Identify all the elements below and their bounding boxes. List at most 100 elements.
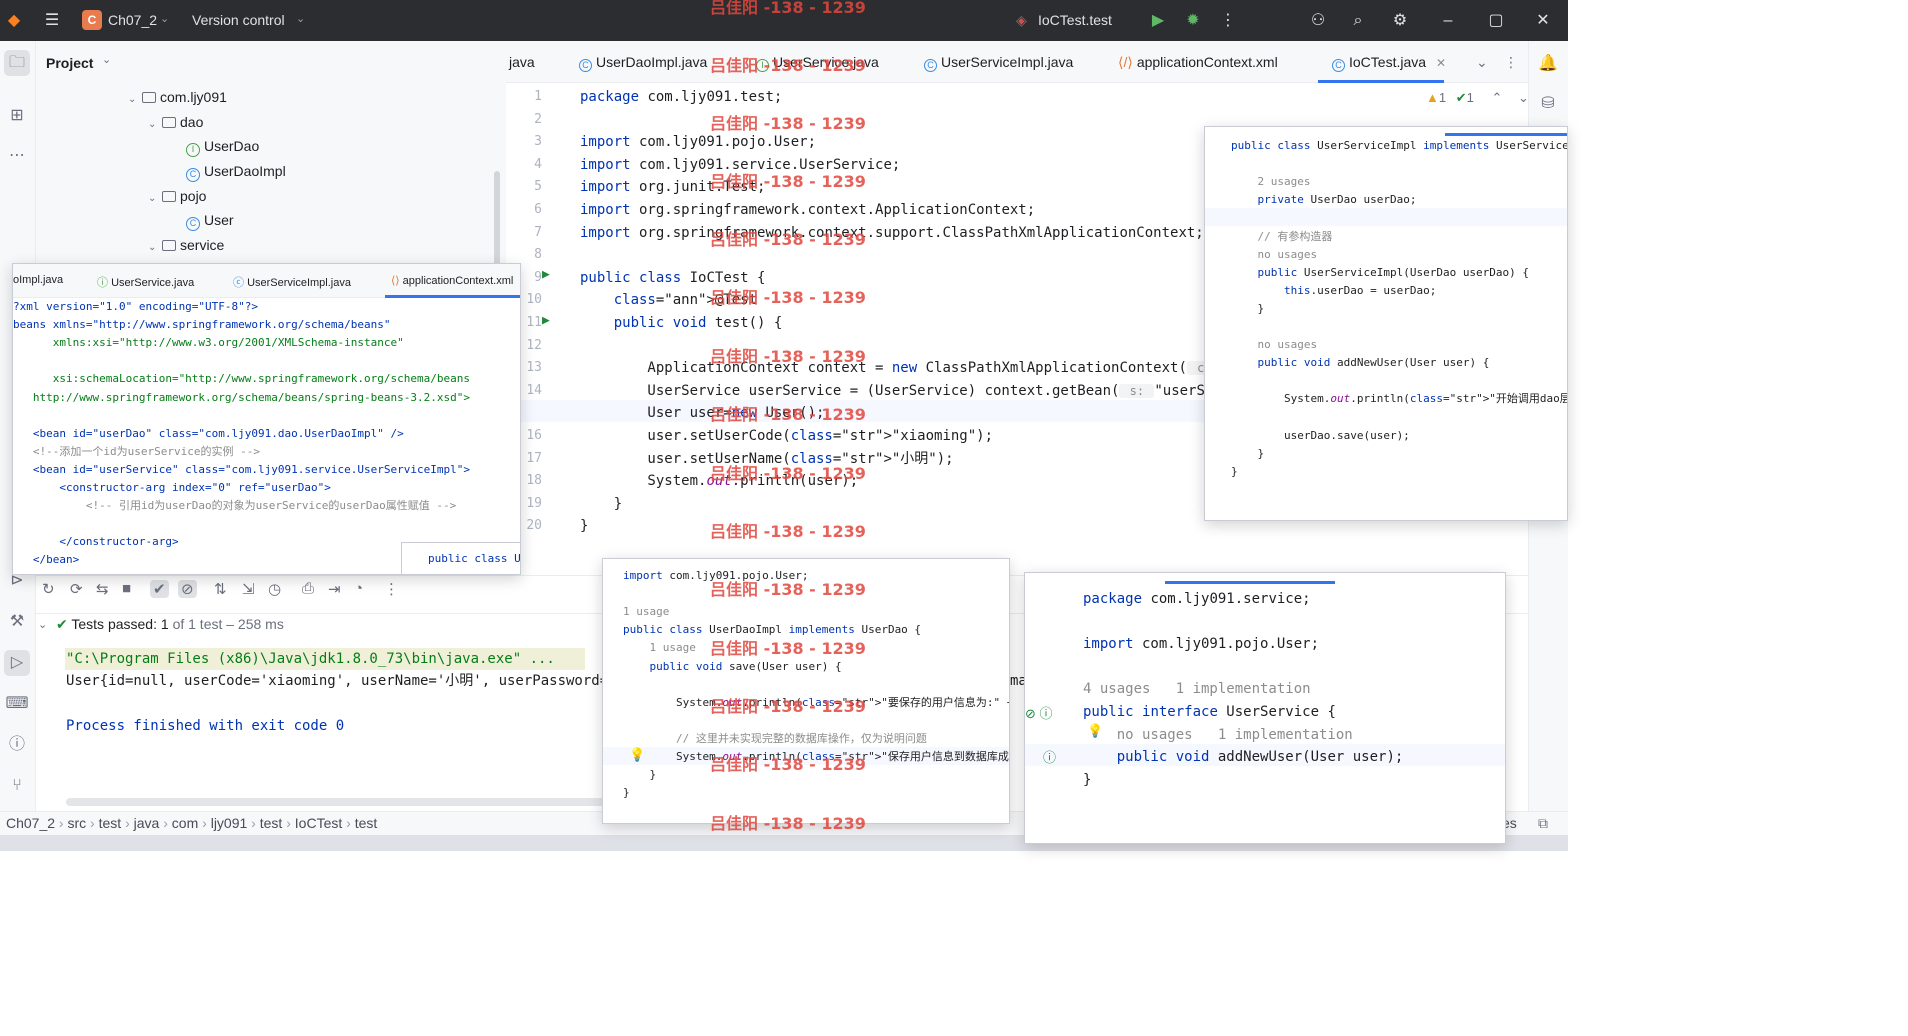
intellij-logo-icon[interactable]: ◆ (4, 11, 24, 31)
search-icon[interactable]: ⌕ (1348, 11, 1368, 31)
tab-userdaoimpl[interactable]: C UserDaoImpl.java (579, 54, 707, 72)
userserviceimpl-preview-popup[interactable]: public class UserServiceImpl implements … (1204, 126, 1568, 521)
tree-item-userdao[interactable]: I UserDao (186, 135, 259, 157)
toggle-autotest-icon[interactable]: ⇆ (96, 580, 109, 598)
watermark-text: 吕佳阳 -138 - 1239 (710, 172, 866, 191)
tab-java[interactable]: java (509, 54, 535, 70)
code-line: } (1231, 446, 1265, 460)
chevron-down-icon[interactable]: ⌄ (38, 618, 47, 631)
tree-item-dao[interactable]: ⌄ dao (148, 111, 203, 133)
project-switcher[interactable]: Ch07_2 (108, 12, 157, 28)
vcs-menu[interactable]: Version control (192, 12, 285, 28)
userservice-preview-popup[interactable]: package com.ljy091.service; import com.lj… (1024, 572, 1506, 844)
more-actions-icon[interactable]: ⋮ (1218, 11, 1238, 31)
show-ignored-icon[interactable]: ⊘ (178, 580, 197, 598)
scrollbar-thumb[interactable] (494, 171, 500, 271)
debug-icon[interactable]: ✹ (1183, 11, 1203, 31)
breadcrumb-item[interactable]: test (260, 815, 283, 831)
lightbulb-icon[interactable]: 💡 (629, 747, 645, 763)
export-icon[interactable]: ⇥ (328, 580, 341, 598)
package-icon (142, 92, 156, 103)
breadcrumb-item[interactable]: ljy091 (211, 815, 248, 831)
structure-icon[interactable]: ⊞ (4, 103, 30, 129)
run-tool-icon[interactable]: ▷ (4, 650, 30, 676)
database-icon[interactable]: ⛁ (1535, 91, 1561, 117)
tree-item-userdaoimpl[interactable]: C UserDaoImpl (186, 160, 286, 182)
popup-tab-applicationcontext[interactable]: ⟨⟩ applicationContext.xml (391, 274, 513, 287)
code-line: import com.ljy091.pojo.User; (580, 134, 817, 151)
mini-popup[interactable]: public class U (401, 542, 520, 574)
code-with-me-icon[interactable]: ⚇ (1308, 11, 1328, 31)
rerun-icon[interactable]: ↻ (42, 580, 55, 598)
chevron-down-icon: ⌄ (296, 13, 306, 25)
tree-item-com-ljy091[interactable]: ⌄ com.ljy091 (128, 86, 227, 108)
tab-list-chevron-icon[interactable]: ⌄ (1476, 54, 1488, 71)
inspection-widget[interactable]: ▲1 ✔1 ⌃ ⌄ (1426, 90, 1529, 106)
code-line: ApplicationContext context = new ClassPa… (580, 357, 1230, 379)
maximize-icon[interactable]: ▢ (1486, 11, 1506, 31)
tab-userserviceimpl[interactable]: C UserServiceImpl.java (924, 54, 1073, 72)
git-icon[interactable]: ⑂ (4, 773, 30, 799)
coverage-icon[interactable]: ◔ (354, 580, 363, 597)
more-tools-icon[interactable]: ⋯ (4, 143, 30, 169)
run-gutter-icon[interactable]: ▶ (542, 267, 550, 282)
check-icon: ✔ (1455, 90, 1467, 105)
popup-tab-impl[interactable]: oImpl.java (13, 274, 63, 286)
rerun-failed-icon[interactable]: ⟳ (70, 580, 83, 598)
problems-icon[interactable]: ⓘ (4, 732, 30, 758)
chevron-up-icon[interactable]: ⌃ (1492, 90, 1503, 105)
class-icon: C (924, 59, 937, 72)
breadcrumb-item[interactable]: IoCTest (295, 815, 342, 831)
horizontal-scrollbar[interactable] (66, 798, 606, 806)
run-icon[interactable]: ▶ (1148, 11, 1168, 31)
project-panel-title[interactable]: Project (46, 55, 93, 71)
build-hammer-icon[interactable]: ⚒ (4, 609, 30, 635)
breadcrumb-item[interactable]: com (172, 815, 198, 831)
code-line: } (1083, 771, 1092, 788)
lightbulb-icon[interactable]: 💡 (1087, 723, 1103, 739)
breadcrumb-item[interactable]: test (355, 815, 378, 831)
tab-applicationcontext[interactable]: ⟨/⟩ applicationContext.xml (1118, 54, 1278, 71)
breadcrumb-item[interactable]: java (134, 815, 160, 831)
tree-item-pojo[interactable]: ⌄ pojo (148, 185, 206, 207)
sort-icon[interactable]: ⇅ (214, 580, 227, 598)
popup-tab-userservice[interactable]: ⓘ UserService.java (97, 274, 194, 290)
import-tests-icon[interactable]: ⇲ (242, 580, 255, 598)
project-folder-icon[interactable]: 🗀 (4, 50, 30, 76)
history-icon[interactable]: ◷ (268, 580, 281, 598)
minimize-icon[interactable]: – (1438, 11, 1458, 31)
tab-ioctest[interactable]: C IoCTest.java ✕ (1332, 54, 1446, 72)
more-options-icon[interactable]: ⋮ (384, 580, 399, 598)
tab-more-icon[interactable]: ⋮ (1504, 54, 1518, 71)
terminal-icon[interactable]: ⌨ (4, 691, 30, 717)
tree-item-user[interactable]: C User (186, 209, 234, 231)
notifications-bell-icon[interactable]: 🔔 (1535, 51, 1561, 77)
class-icon: C (1332, 59, 1345, 72)
breadcrumb-item[interactable]: test (99, 815, 122, 831)
close-window-icon[interactable]: ✕ (1533, 11, 1553, 31)
run-gutter-icon[interactable]: ▶ (542, 313, 550, 328)
implemented-gutter-icon[interactable]: ⊘ ⓘ (1025, 703, 1053, 722)
breadcrumb-item[interactable]: Ch07_2 (6, 815, 55, 831)
code-line: 1 usage (623, 641, 696, 655)
main-menu-icon[interactable]: ☰ (42, 11, 62, 31)
settings-gear-icon[interactable]: ⚙ (1390, 11, 1410, 31)
show-passed-icon[interactable]: ✔ (150, 580, 169, 598)
line-number: 8 (534, 247, 542, 263)
breadcrumb-item[interactable]: src (68, 815, 87, 831)
screenshot-icon[interactable]: ⎙ (302, 580, 314, 597)
tree-item-service[interactable]: ⌄ service (148, 234, 224, 256)
watermark-text: 吕佳阳 -138 - 1239 (710, 405, 866, 424)
line-number: 4 (534, 156, 542, 172)
class-icon: ⓒ (233, 277, 244, 289)
chevron-down-icon: ⌄ (128, 94, 137, 105)
code-line: private UserDao userDao; (1257, 193, 1417, 207)
implemented-gutter-icon[interactable]: ⓘ (1043, 747, 1056, 766)
run-config-selector[interactable]: IoCTest.test (1038, 12, 1112, 28)
readonly-toggle-icon[interactable]: ⧉ (1538, 815, 1548, 832)
stop-icon[interactable]: ■ (122, 580, 131, 597)
xml-preview-popup[interactable]: oImpl.java ⓘ UserService.java ⓒ UserServ… (12, 263, 521, 575)
popup-tab-userserviceimpl[interactable]: ⓒ UserServiceImpl.java (233, 274, 351, 290)
watermark-text: 吕佳阳 -138 - 1239 (710, 464, 866, 483)
close-tab-icon[interactable]: ✕ (1436, 56, 1446, 70)
